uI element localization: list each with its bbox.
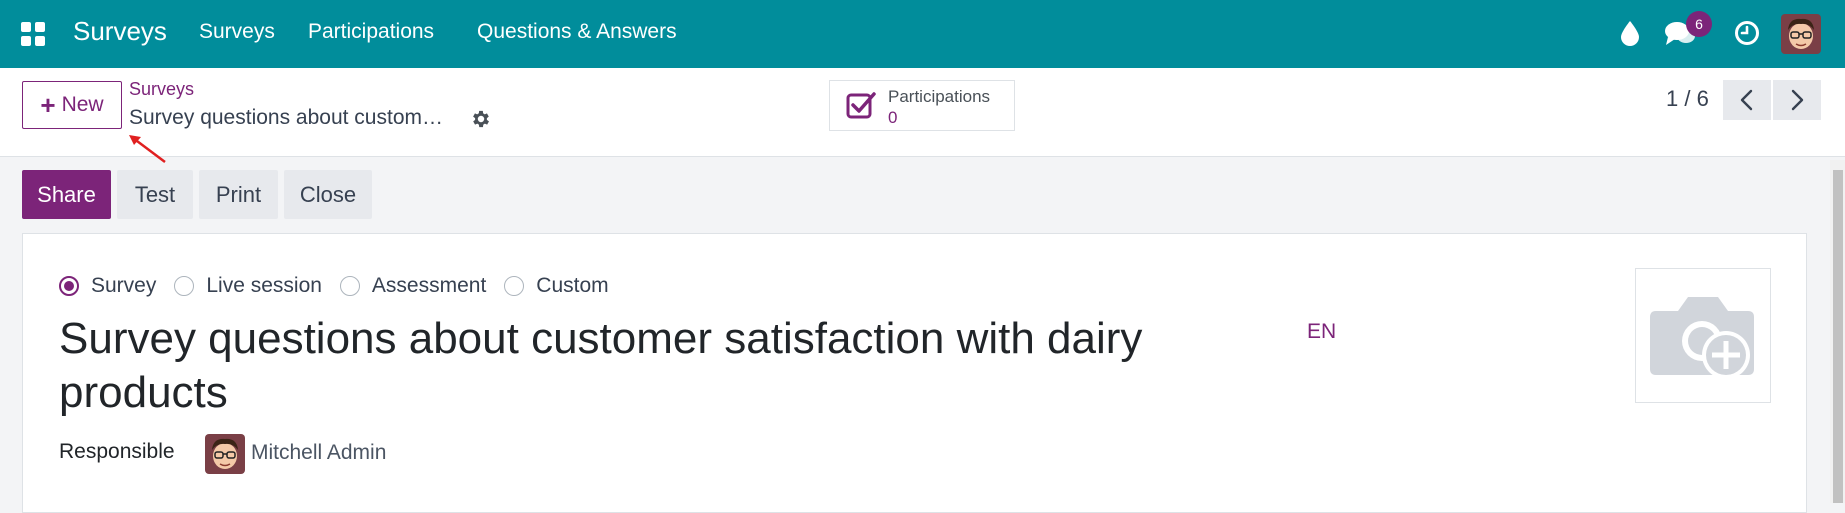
radio-label: Survey xyxy=(91,274,157,297)
survey-type-radio-group: Survey Live session Assessment Custom xyxy=(59,274,627,298)
gear-icon[interactable] xyxy=(470,108,492,130)
top-navbar: Surveys Surveys Participations Questions… xyxy=(0,0,1845,68)
new-button-label: New xyxy=(61,93,104,116)
language-toggle[interactable]: EN xyxy=(1307,320,1336,344)
responsible-name[interactable]: Mitchell Admin xyxy=(251,441,386,465)
menu-surveys[interactable]: Surveys xyxy=(199,20,275,44)
radio-custom[interactable]: Custom xyxy=(504,274,609,298)
menu-participations[interactable]: Participations xyxy=(308,20,434,44)
user-avatar[interactable] xyxy=(1781,14,1821,54)
droplet-icon[interactable] xyxy=(1619,20,1641,46)
image-upload[interactable] xyxy=(1635,268,1771,403)
responsible-label: Responsible xyxy=(59,440,175,463)
apps-grid-icon[interactable] xyxy=(20,21,46,47)
breadcrumb-current: Survey questions about custom… xyxy=(129,106,443,129)
form-sheet: Survey Live session Assessment Custom Su… xyxy=(22,233,1807,513)
radio-assessment[interactable]: Assessment xyxy=(339,274,487,298)
stat-label: Participations xyxy=(888,87,991,106)
test-button[interactable]: Test xyxy=(117,170,193,219)
chevron-right-icon xyxy=(1791,89,1804,111)
share-button[interactable]: Share xyxy=(22,170,111,219)
radio-unchecked-icon xyxy=(504,276,525,296)
participations-stat-button[interactable]: Participations 0 xyxy=(829,80,1015,131)
plus-icon: + xyxy=(40,90,56,120)
clock-icon[interactable] xyxy=(1734,20,1760,46)
radio-checked-icon xyxy=(59,276,79,296)
radio-live-session[interactable]: Live session xyxy=(174,274,322,298)
close-button[interactable]: Close xyxy=(284,170,372,219)
stat-value: 0 xyxy=(888,108,898,127)
chevron-left-icon xyxy=(1740,89,1753,111)
breadcrumb-parent[interactable]: Surveys xyxy=(129,79,194,100)
radio-label: Assessment xyxy=(371,274,487,297)
new-button[interactable]: + New xyxy=(22,81,122,129)
control-panel: + New Surveys Survey questions about cus… xyxy=(0,68,1845,157)
radio-unchecked-icon xyxy=(339,276,360,296)
survey-title-field[interactable]: Survey questions about customer satisfac… xyxy=(59,312,1159,420)
pager-next-button[interactable] xyxy=(1773,80,1821,120)
radio-label: Custom xyxy=(536,274,609,297)
scrollbar-thumb[interactable] xyxy=(1833,170,1843,503)
radio-survey[interactable]: Survey xyxy=(59,274,156,298)
pager-previous-button[interactable] xyxy=(1723,80,1771,120)
pager-value[interactable]: 1 / 6 xyxy=(1666,86,1709,112)
print-button[interactable]: Print xyxy=(199,170,278,219)
responsible-avatar xyxy=(205,434,245,474)
camera-add-icon xyxy=(1650,297,1754,379)
menu-questions-answers[interactable]: Questions & Answers xyxy=(477,20,677,44)
annotation-arrow-icon xyxy=(129,135,166,163)
app-brand[interactable]: Surveys xyxy=(73,16,167,47)
messages-badge: 6 xyxy=(1686,11,1712,37)
radio-label: Live session xyxy=(206,274,322,297)
checkbox-icon xyxy=(846,92,876,119)
radio-unchecked-icon xyxy=(174,276,195,296)
